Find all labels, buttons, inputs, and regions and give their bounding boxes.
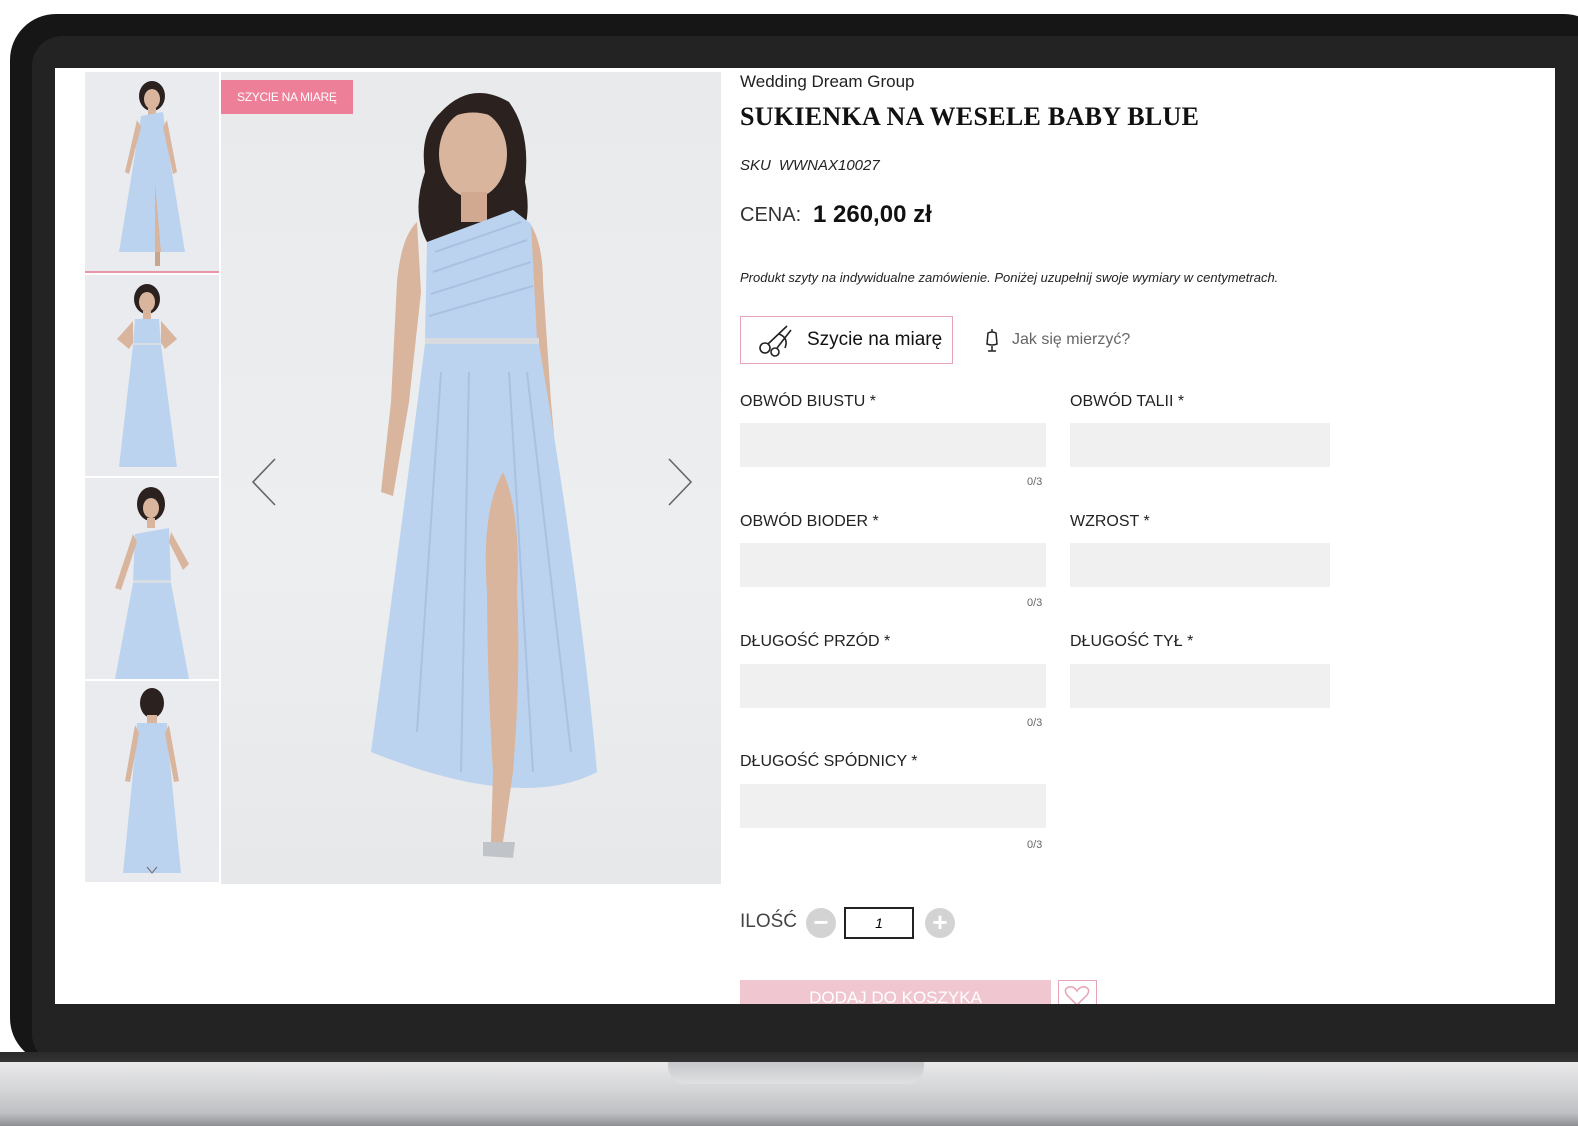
next-image-arrow[interactable] (665, 457, 695, 507)
custom-tailoring-option-button[interactable]: Szycie na miarę (740, 316, 953, 364)
sku-value: WWNAX10027 (778, 157, 880, 174)
how-to-measure-link[interactable]: Jak się mierzyć? (984, 328, 1130, 352)
price-label: CENA: (740, 204, 802, 226)
custom-order-note: Produkt szyty na indywidualne zamówienie… (740, 270, 1279, 285)
bust-label: OBWÓD BIUSTU * (740, 393, 877, 410)
front-length-counter: 0/3 (1027, 717, 1043, 729)
mannequin-icon (986, 329, 998, 352)
chevron-right-icon (668, 458, 693, 506)
add-to-cart-button[interactable]: DODAJ DO KOSZYKA (740, 980, 1051, 1004)
back-length-input[interactable] (1070, 664, 1330, 708)
scissors-needle-icon (759, 325, 792, 357)
waist-label: OBWÓD TALII * (1070, 393, 1185, 410)
main-product-image: SZYCIE NA MIARĘ (221, 72, 721, 884)
skirt-length-label: DŁUGOŚĆ SPÓDNICY * (740, 753, 918, 770)
product-title: SUKIENKA NA WESELE BABY BLUE (740, 102, 1200, 131)
height-input[interactable] (1070, 543, 1330, 587)
dress-back-thumb-image (123, 688, 181, 874)
laptop-screen: SZYCIE NA MIARĘ Wedding Dream Group SUKI… (55, 68, 1555, 1004)
product-sku: SKU WWNAX10027 (740, 157, 880, 174)
dress-front-thumb-image (119, 81, 185, 266)
bust-input[interactable] (740, 423, 1046, 467)
height-label: WZROST * (1070, 513, 1150, 530)
hips-counter: 0/3 (1027, 597, 1043, 609)
heart-icon (1064, 986, 1090, 1004)
front-length-label: DŁUGOŚĆ PRZÓD * (740, 633, 891, 650)
dress-main-image (371, 93, 597, 858)
thumbnail-2[interactable] (85, 275, 219, 476)
custom-tailoring-label: Szycie na miarę (807, 329, 943, 350)
sku-label: SKU (740, 157, 771, 174)
quantity-input[interactable]: 1 (844, 907, 914, 939)
custom-tailoring-badge: SZYCIE NA MIARĘ (221, 80, 353, 114)
back-length-label: DŁUGOŚĆ TYŁ * (1070, 633, 1194, 650)
quantity-label: ILOŚĆ (740, 911, 798, 932)
skirt-length-counter: 0/3 (1027, 839, 1043, 851)
dress-front-hands-thumb-image (117, 284, 177, 467)
thumbnail-gallery (85, 72, 219, 884)
how-to-measure-label: Jak się mierzyć? (1012, 331, 1131, 348)
bust-counter: 0/3 (1027, 476, 1043, 488)
front-length-input[interactable] (740, 664, 1046, 708)
quantity-decrease-button[interactable]: − (806, 908, 836, 938)
product-brand: Wedding Dream Group (740, 72, 915, 91)
thumbnail-3[interactable] (85, 478, 219, 679)
hips-input[interactable] (740, 543, 1046, 587)
skirt-length-input[interactable] (740, 784, 1046, 828)
price-value: 1 260,00 zł (813, 201, 932, 228)
wishlist-button[interactable] (1058, 980, 1097, 1004)
dress-side-thumb-image (115, 487, 189, 679)
thumbnail-1[interactable] (85, 72, 219, 273)
chevron-left-icon (251, 458, 276, 506)
quantity-increase-button[interactable]: + (925, 908, 955, 938)
laptop-notch (668, 1062, 924, 1084)
waist-input[interactable] (1070, 423, 1330, 467)
hips-label: OBWÓD BIODER * (740, 513, 879, 530)
prev-image-arrow[interactable] (249, 457, 279, 507)
thumbnail-4[interactable] (85, 681, 219, 882)
